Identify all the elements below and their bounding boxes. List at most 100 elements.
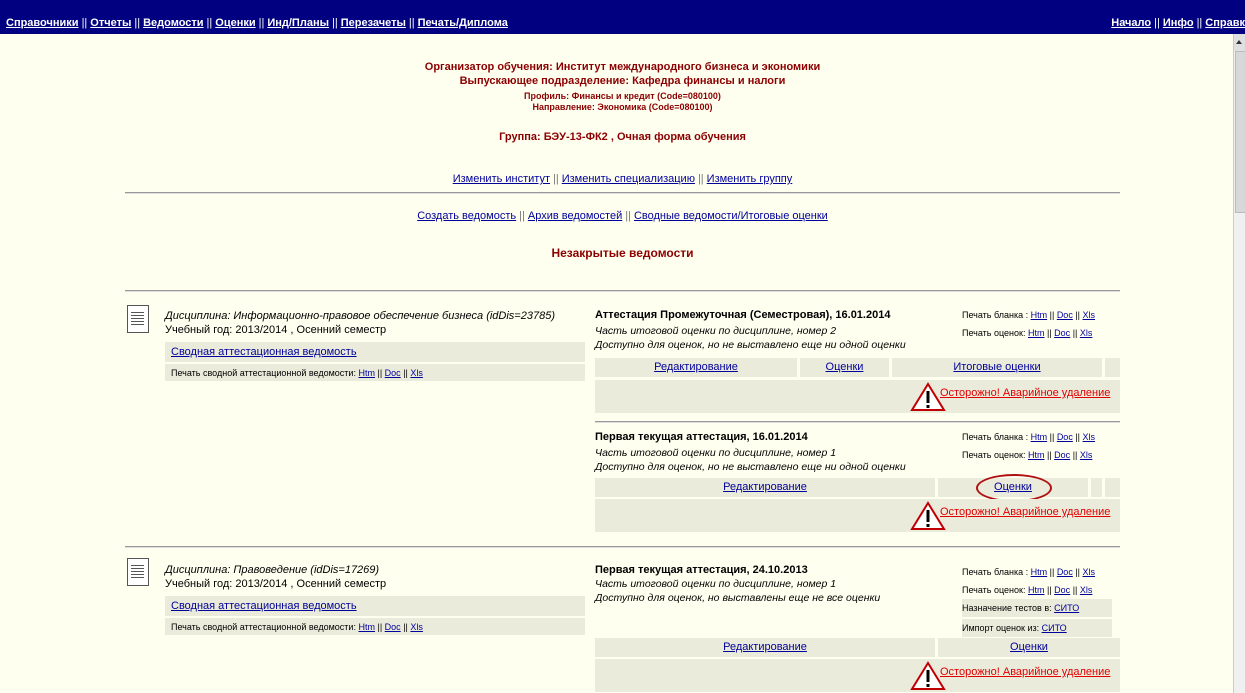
action-row: Редактирование Оценки [595, 638, 1120, 657]
svod-print-doc[interactable]: Doc [385, 368, 401, 378]
nav-nachalo[interactable]: Начало [1111, 17, 1151, 29]
discipline-name: Дисциплина: Правоведение (idDis=17269) [165, 564, 380, 576]
print-links: Печать бланка : Htm || Doc || Xls Печать… [962, 310, 1096, 338]
delete-row: Осторожно! Аварийное удаление [595, 499, 1120, 532]
print-blank-xls[interactable]: Xls [1083, 310, 1096, 320]
change-links: Изменить институт || Изменить специализаци… [452, 173, 793, 185]
print-blank-doc[interactable]: Doc [1057, 432, 1073, 442]
emergency-delete-link[interactable]: Осторожно! Аварийное удаление [940, 666, 1110, 678]
divider [125, 192, 1120, 194]
print-blank-xls[interactable]: Xls [1083, 567, 1096, 577]
direction-line: Направление: Экономика (Code=080100) [532, 102, 713, 112]
nav-spravochniki[interactable]: Справочники [6, 17, 79, 29]
svod-print-bar: Печать сводной аттестационной ведомости:… [165, 618, 585, 635]
print-marks-xls[interactable]: Xls [1080, 450, 1093, 460]
change-specialization-link[interactable]: Изменить специализацию [562, 173, 695, 185]
print-marks-doc[interactable]: Doc [1054, 328, 1070, 338]
delete-row: Осторожно! Аварийное удаление [595, 380, 1120, 413]
svod-print-label: Печать сводной аттестационной ведомости: [171, 368, 356, 378]
discipline-name: Дисциплина: Информационно-правовое обесп… [165, 310, 555, 322]
print-blank-label: Печать бланка : [962, 310, 1029, 320]
import-from-label: Импорт оценок из: [962, 623, 1040, 633]
edit-link[interactable]: Редактирование [723, 481, 807, 493]
print-blank-htm[interactable]: Htm [1031, 432, 1048, 442]
emergency-delete-link[interactable]: Осторожно! Аварийное удаление [940, 387, 1110, 399]
edit-link[interactable]: Редактирование [654, 361, 738, 373]
attestation-status: Доступно для оценок, но выставлены еще н… [595, 592, 881, 604]
svod-print-htm[interactable]: Htm [358, 622, 375, 632]
print-marks-label: Печать оценок: [962, 585, 1026, 595]
emergency-delete-link[interactable]: Осторожно! Аварийное удаление [940, 506, 1110, 518]
document-icon [127, 305, 149, 333]
attestation-title: Аттестация Промежуточная (Семестровая), … [595, 309, 891, 321]
print-marks-doc[interactable]: Doc [1054, 450, 1070, 460]
discipline-year: Учебный год: 2013/2014 , Осенний семестр [165, 578, 387, 590]
print-links: Печать бланка : Htm || Doc || Xls Печать… [962, 432, 1096, 460]
change-group-link[interactable]: Изменить группу [707, 173, 793, 185]
discipline-year: Учебный год: 2013/2014 , Осенний семестр [165, 324, 387, 336]
svod-bar: Сводная аттестационная ведомость [165, 596, 585, 616]
svod-print-label: Печать сводной аттестационной ведомости: [171, 622, 356, 632]
print-marks-label: Печать оценок: [962, 450, 1026, 460]
svod-bar: Сводная аттестационная ведомость [165, 342, 585, 362]
divider [595, 421, 1120, 423]
group-line: Группа: БЭУ-13-ФК2 , Очная форма обучени… [499, 131, 746, 143]
nav-otchety[interactable]: Отчеты [90, 17, 131, 29]
change-institute-link[interactable]: Изменить институт [453, 173, 550, 185]
svod-print-doc[interactable]: Doc [385, 622, 401, 632]
attestation-part: Часть итоговой оценки по дисциплине, ном… [595, 578, 837, 590]
action-row: Редактирование Оценки Итоговые оценки [595, 358, 1120, 377]
print-marks-label: Печать оценок: [962, 328, 1026, 338]
top-nav-bar: Справочники || Отчеты || Ведомости || Оценки ||… [0, 0, 1245, 34]
print-marks-xls[interactable]: Xls [1080, 328, 1093, 338]
nav-vedomosti[interactable]: Ведомости [143, 17, 203, 29]
print-marks-htm[interactable]: Htm [1028, 450, 1045, 460]
divider [125, 546, 1120, 548]
svod-vedomost-link[interactable]: Сводная аттестационная ведомость [171, 346, 357, 358]
print-marks-htm[interactable]: Htm [1028, 328, 1045, 338]
nav-pechat-diploma[interactable]: Печать/Диплома [418, 17, 508, 29]
print-blank-xls[interactable]: Xls [1083, 432, 1096, 442]
org-line: Организатор обучения: Институт междунаро… [424, 61, 821, 73]
division-line: Выпускающее подразделение: Кафедра финан… [459, 75, 786, 87]
profile-line: Профиль: Финансы и кредит (Code=080100) [524, 91, 721, 101]
print-marks-htm[interactable]: Htm [1028, 585, 1045, 595]
print-marks-xls[interactable]: Xls [1080, 585, 1093, 595]
import-from-sito-link[interactable]: СИТО [1042, 623, 1067, 633]
divider [125, 290, 1120, 292]
attestation-title: Первая текущая аттестация, 16.01.2014 [595, 431, 808, 443]
edit-link[interactable]: Редактирование [723, 641, 807, 653]
attestation-status: Доступно для оценок, но не выставлено ещ… [595, 339, 906, 351]
nav-perezachety[interactable]: Перезачеты [341, 17, 406, 29]
attestation-part: Часть итоговой оценки по дисциплине, ном… [595, 325, 837, 337]
final-marks-link[interactable]: Итоговые оценки [953, 361, 1040, 373]
print-blank-htm[interactable]: Htm [1031, 567, 1048, 577]
tests-to-sito-link[interactable]: СИТО [1054, 603, 1079, 613]
svod-print-xls[interactable]: Xls [410, 622, 423, 632]
svod-vedomost-link[interactable]: Сводная аттестационная ведомость [171, 600, 357, 612]
svod-print-bar: Печать сводной аттестационной ведомости:… [165, 364, 585, 381]
marks-link[interactable]: Оценки [1010, 641, 1048, 653]
summary-vedomost-link[interactable]: Сводные ведомости/Итоговые оценки [634, 210, 828, 222]
print-blank-doc[interactable]: Doc [1057, 310, 1073, 320]
highlight-oval [976, 474, 1052, 502]
nav-spravka[interactable]: Справк [1205, 17, 1245, 29]
marks-link[interactable]: Оценки [826, 361, 864, 373]
create-vedomost-link[interactable]: Создать ведомость [417, 210, 516, 222]
svod-print-xls[interactable]: Xls [410, 368, 423, 378]
archive-vedomost-link[interactable]: Архив ведомостей [528, 210, 622, 222]
top-nav-right: Начало || Инфо || Справк [1111, 17, 1245, 29]
nav-ind-plany[interactable]: Инд/Планы [267, 17, 329, 29]
print-blank-doc[interactable]: Doc [1057, 567, 1073, 577]
scroll-up-arrow-icon[interactable] [1234, 34, 1245, 51]
nav-info[interactable]: Инфо [1163, 17, 1194, 29]
tests-to-label: Назначение тестов в: [962, 603, 1052, 613]
document-icon [127, 558, 149, 586]
print-blank-htm[interactable]: Htm [1031, 310, 1048, 320]
vedomost-links: Создать ведомость || Архив ведомостей || Сво… [417, 210, 828, 222]
top-nav-left: Справочники || Отчеты || Ведомости || Оценки ||… [6, 17, 508, 29]
svod-print-htm[interactable]: Htm [358, 368, 375, 378]
print-blank-label: Печать бланка : [962, 432, 1029, 442]
print-marks-doc[interactable]: Doc [1054, 585, 1070, 595]
nav-ocenki[interactable]: Оценки [215, 17, 255, 29]
